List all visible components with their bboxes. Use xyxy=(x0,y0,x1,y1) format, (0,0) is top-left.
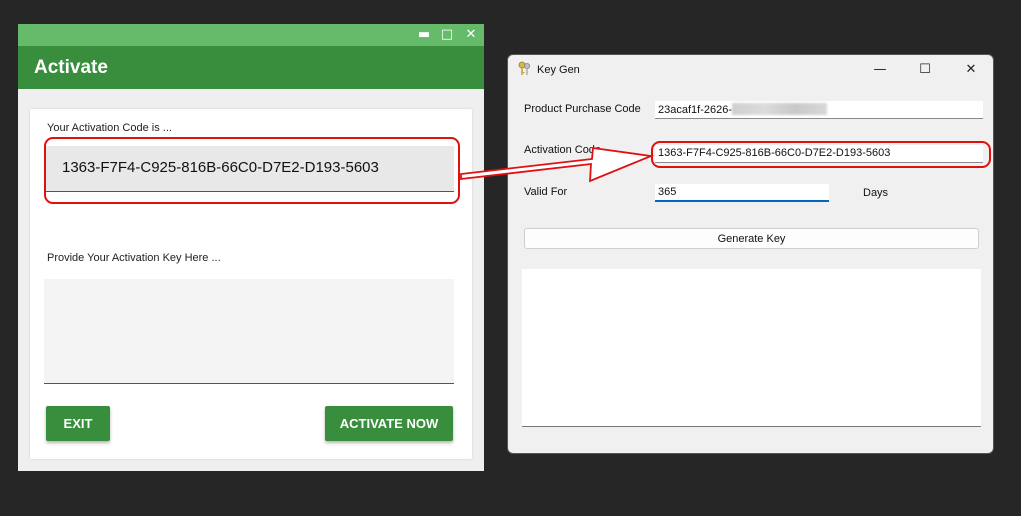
arrow-icon xyxy=(460,146,655,183)
